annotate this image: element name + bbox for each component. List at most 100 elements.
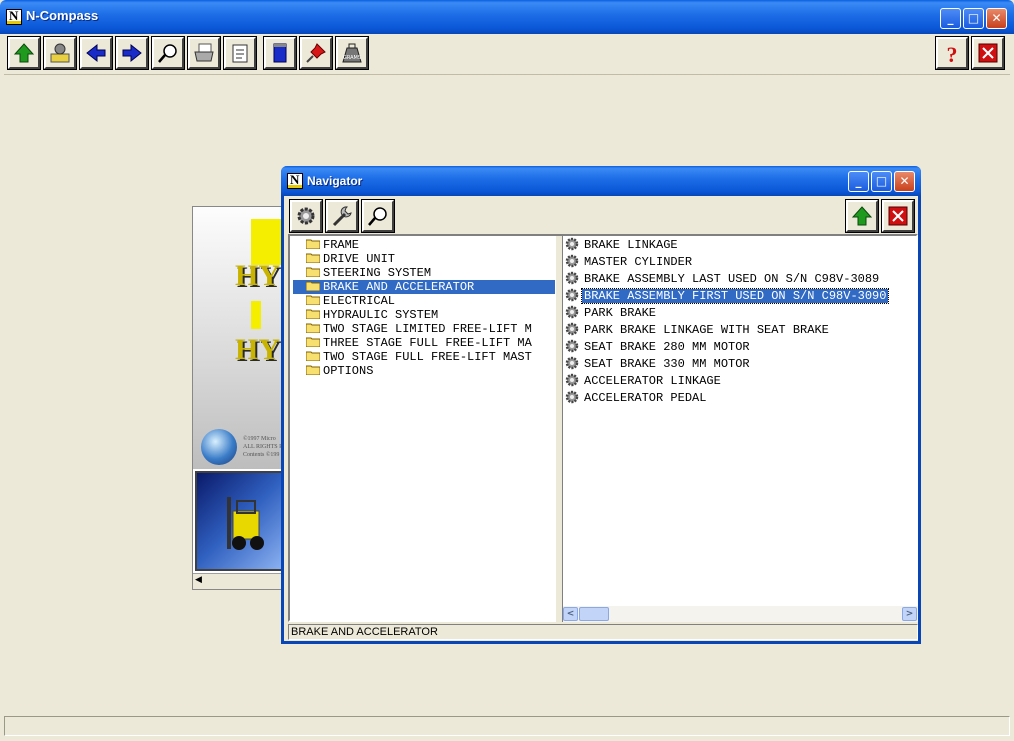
app-title: N-Compass xyxy=(26,8,99,23)
notepad-icon xyxy=(273,43,287,63)
notes-button[interactable] xyxy=(223,36,257,70)
gear-icon xyxy=(297,207,315,225)
list-item-brake-linkage[interactable]: BRAKE LINKAGE xyxy=(565,237,680,253)
folder-icon xyxy=(305,253,321,264)
list-item-master-cylinder[interactable]: MASTER CYLINDER xyxy=(565,254,694,270)
close-button[interactable]: ✕ xyxy=(986,8,1007,29)
splash-scrollbar[interactable]: ◀ xyxy=(193,573,283,589)
tree-item-steering-system[interactable]: STEERING SYSTEM xyxy=(305,266,432,280)
open-catalog-button[interactable] xyxy=(43,36,77,70)
grams-weight-icon: GRAMS xyxy=(342,43,362,63)
scroll-right-icon[interactable]: > xyxy=(902,607,917,621)
navigator-maximize-button[interactable]: □ xyxy=(871,171,892,192)
navigator-status: BRAKE AND ACCELERATOR xyxy=(288,624,918,640)
forward-button[interactable] xyxy=(115,36,149,70)
tree-item-electrical[interactable]: ELECTRICAL xyxy=(305,294,396,308)
maximize-button[interactable]: □ xyxy=(963,8,984,29)
gear-icon xyxy=(565,339,579,353)
forklift-image xyxy=(227,497,264,550)
list-item-accelerator-pedal[interactable]: ACCELERATOR PEDAL xyxy=(565,390,708,406)
tree-item-three-stage-full[interactable]: THREE STAGE FULL FREE-LIFT MA xyxy=(305,336,533,350)
grams-label: GRAMS xyxy=(343,55,361,61)
copyright-line: ©1997 Micro xyxy=(243,436,276,442)
wrench-icon xyxy=(332,206,352,227)
minimize-button[interactable]: _ xyxy=(940,8,961,29)
list-item-seat-brake-280[interactable]: SEAT BRAKE 280 MM MOTOR xyxy=(565,339,752,355)
print-button[interactable] xyxy=(187,36,221,70)
list-item-brake-assembly-first[interactable]: BRAKE ASSEMBLY FIRST USED ON S/N C98V-30… xyxy=(565,288,890,304)
pane-splitter[interactable] xyxy=(555,236,563,622)
folder-open-icon xyxy=(305,281,321,292)
folder-icon xyxy=(305,365,321,376)
navigator-content: FRAME DRIVE UNIT STEERING SYSTEM BRAKE A… xyxy=(288,234,918,622)
folder-icon xyxy=(305,323,321,334)
gear-icon xyxy=(565,237,579,251)
gear-icon xyxy=(565,322,579,336)
navigator-search-button[interactable] xyxy=(361,199,395,233)
tree-item-label: FRAME xyxy=(323,238,360,252)
tree-item-frame[interactable]: FRAME xyxy=(305,238,360,252)
gear-icon xyxy=(565,373,579,387)
tree-item-label: HYDRAULIC SYSTEM xyxy=(323,308,439,322)
tree-item-brake-and-accelerator[interactable]: BRAKE AND ACCELERATOR xyxy=(293,280,555,294)
list-item-label: ACCELERATOR PEDAL xyxy=(584,391,707,405)
help-icon: ? xyxy=(947,42,958,64)
up-arrow-icon xyxy=(13,43,35,63)
service-view-button[interactable] xyxy=(325,199,359,233)
main-statusbar xyxy=(4,716,1010,736)
splash-window: HY HY ©1997 Micro ALL RIGHTS R Contents … xyxy=(192,206,284,590)
tree-item-options[interactable]: OPTIONS xyxy=(305,364,374,378)
list-item-park-brake-linkage[interactable]: PARK BRAKE LINKAGE WITH SEAT BRAKE xyxy=(565,322,831,338)
navigator-minimize-button[interactable]: _ xyxy=(848,171,869,192)
list-item-label: PARK BRAKE xyxy=(584,306,657,320)
grams-button[interactable]: GRAMS xyxy=(335,36,369,70)
scroll-thumb[interactable] xyxy=(579,607,609,621)
help-button[interactable]: ? xyxy=(935,36,969,70)
illustration-list[interactable]: BRAKE LINKAGE MASTER CYLINDER BRAKE ASSE… xyxy=(563,236,918,622)
folder-icon xyxy=(305,351,321,362)
brand-text-bottom: HY xyxy=(235,333,280,366)
folder-icon xyxy=(305,295,321,306)
navigator-close-button[interactable]: ✕ xyxy=(894,171,915,192)
tree-item-label: ELECTRICAL xyxy=(323,294,396,308)
scroll-left-icon[interactable]: ◀ xyxy=(195,575,202,585)
tree-item-drive-unit[interactable]: DRIVE UNIT xyxy=(305,252,396,266)
splash-copyright: ©1997 Micro ALL RIGHTS R Contents ©199 xyxy=(243,435,283,459)
navigator-window: Navigator _ □ ✕ FRAME DRIVE UNIT STEERIN… xyxy=(281,166,921,644)
scroll-left-icon[interactable]: < xyxy=(563,607,578,621)
folder-icon xyxy=(305,239,321,250)
search-magnifier-icon xyxy=(368,207,387,226)
navigator-up-button[interactable] xyxy=(845,199,879,233)
back-arrow-icon xyxy=(86,43,106,63)
list-item-accelerator-linkage[interactable]: ACCELERATOR LINKAGE xyxy=(565,373,723,389)
main-titlebar[interactable]: N-Compass _ □ ✕ xyxy=(0,0,1014,34)
exit-icon xyxy=(888,206,908,226)
up-button[interactable] xyxy=(7,36,41,70)
tree-item-hydraulic-system[interactable]: HYDRAULIC SYSTEM xyxy=(305,308,439,322)
tree-item-two-stage-full[interactable]: TWO STAGE FULL FREE-LIFT MAST xyxy=(305,350,533,364)
exit-button[interactable] xyxy=(971,36,1005,70)
tree-item-label: THREE STAGE FULL FREE-LIFT MA xyxy=(323,336,532,350)
exit-icon xyxy=(978,43,998,63)
list-item-seat-brake-330[interactable]: SEAT BRAKE 330 MM MOTOR xyxy=(565,356,752,372)
app-logo-icon xyxy=(6,8,22,25)
tree-item-label: TWO STAGE LIMITED FREE-LIFT M xyxy=(323,322,532,336)
folder-icon xyxy=(305,309,321,320)
list-item-brake-assembly-last[interactable]: BRAKE ASSEMBLY LAST USED ON S/N C98V-308… xyxy=(565,271,881,287)
folder-icon xyxy=(305,337,321,348)
navigator-title: Navigator xyxy=(307,174,363,188)
navigator-titlebar[interactable]: Navigator _ □ ✕ xyxy=(281,166,921,196)
list-horizontal-scrollbar[interactable]: < > xyxy=(563,606,918,622)
back-button[interactable] xyxy=(79,36,113,70)
search-button[interactable] xyxy=(151,36,185,70)
tree-item-two-stage-limited[interactable]: TWO STAGE LIMITED FREE-LIFT M xyxy=(305,322,533,336)
parts-view-button[interactable] xyxy=(289,199,323,233)
list-item-park-brake[interactable]: PARK BRAKE xyxy=(565,305,658,321)
bookmark-button[interactable] xyxy=(299,36,333,70)
section-tree[interactable]: FRAME DRIVE UNIT STEERING SYSTEM BRAKE A… xyxy=(290,236,555,622)
notepad-button[interactable] xyxy=(263,36,297,70)
gear-icon xyxy=(565,390,579,404)
notes-icon xyxy=(232,44,248,63)
folder-icon xyxy=(305,267,321,278)
navigator-exit-button[interactable] xyxy=(881,199,915,233)
